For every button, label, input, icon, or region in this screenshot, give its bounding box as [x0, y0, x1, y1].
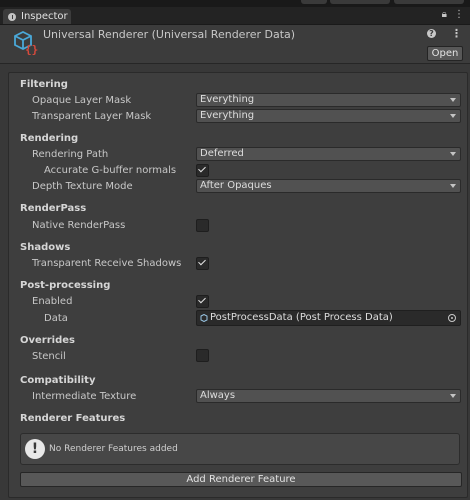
dropdown-value: After Opaques [200, 180, 272, 191]
tab-controls: 🔒︎ ⋮ [442, 9, 464, 20]
inspector-header: {} Universal Renderer (Universal Rendere… [0, 25, 470, 64]
dropdown-value: Everything [200, 94, 255, 105]
section-renderpass[interactable]: RenderPass [20, 203, 86, 214]
native-renderpass-checkbox[interactable] [196, 219, 209, 232]
tab-inspector[interactable]: Inspector [3, 9, 71, 24]
section-compatibility[interactable]: Compatibility [20, 375, 95, 386]
scriptable-object-icon [200, 314, 208, 322]
more-icon[interactable]: ⋮ [451, 27, 462, 40]
intermediate-texture-label: Intermediate Texture [32, 391, 137, 402]
helpbox-message: No Renderer Features added [49, 444, 178, 454]
warning-icon: ! [25, 439, 45, 459]
object-picker-icon[interactable] [448, 314, 456, 322]
native-renderpass-label: Native RenderPass [32, 220, 126, 231]
transparent-receive-shadows-label: Transparent Receive Shadows [32, 258, 182, 269]
section-post-processing[interactable]: Post-processing [20, 280, 110, 291]
more-icon[interactable]: ⋮ [454, 9, 464, 20]
asset-title: Universal Renderer (Universal Renderer D… [43, 28, 296, 41]
transparent-layer-mask-dropdown[interactable]: Everything [196, 109, 461, 123]
asset-icon: {} [14, 30, 38, 55]
tab-bar: Inspector 🔒︎ ⋮ [0, 7, 470, 25]
rendering-path-dropdown[interactable]: Deferred [196, 147, 461, 161]
lock-icon[interactable]: 🔒︎ [442, 9, 447, 20]
chevron-down-icon [450, 114, 456, 118]
object-field-value: PostProcessData (Post Process Data) [210, 312, 393, 323]
toolbar-fragment [301, 0, 327, 4]
opaque-layer-mask-label: Opaque Layer Mask [32, 95, 132, 106]
opaque-layer-mask-dropdown[interactable]: Everything [196, 93, 461, 107]
dropdown-value: Everything [200, 110, 255, 121]
post-processing-enabled-checkbox[interactable] [196, 295, 209, 308]
section-filtering[interactable]: Filtering [20, 79, 68, 90]
renderer-features-helpbox: ! No Renderer Features added [20, 433, 460, 465]
section-rendering[interactable]: Rendering [20, 133, 78, 144]
chevron-down-icon [450, 184, 456, 188]
open-button[interactable]: Open [427, 46, 463, 61]
dropdown-value: Deferred [200, 148, 244, 159]
section-shadows[interactable]: Shadows [20, 242, 70, 253]
depth-texture-mode-dropdown[interactable]: After Opaques [196, 179, 461, 193]
stencil-checkbox[interactable] [196, 349, 209, 362]
post-processing-enabled-label: Enabled [32, 296, 73, 307]
transparent-layer-mask-label: Transparent Layer Mask [32, 111, 152, 122]
accurate-gbuffer-normals-label: Accurate G-buffer normals [44, 165, 177, 176]
stencil-label: Stencil [32, 351, 66, 362]
info-icon [8, 12, 16, 21]
add-renderer-feature-button[interactable]: Add Renderer Feature [20, 472, 462, 487]
section-overrides[interactable]: Overrides [20, 335, 75, 346]
intermediate-texture-dropdown[interactable]: Always [196, 389, 461, 403]
chevron-down-icon [450, 98, 456, 102]
depth-texture-mode-label: Depth Texture Mode [32, 181, 133, 192]
editor-top-strip [0, 0, 470, 7]
help-icon[interactable]: ? [427, 29, 436, 38]
section-renderer-features: Renderer Features [20, 413, 126, 424]
tab-label: Inspector [21, 11, 68, 22]
toolbar-fragment [330, 0, 390, 4]
transparent-receive-shadows-checkbox[interactable] [196, 257, 209, 270]
chevron-down-icon [450, 394, 456, 398]
post-processing-data-label: Data [44, 313, 68, 324]
svg-text:{}: {} [25, 43, 38, 55]
post-process-data-field[interactable]: PostProcessData (Post Process Data) [196, 310, 461, 326]
toolbar-fragment [394, 0, 464, 4]
accurate-gbuffer-normals-checkbox[interactable] [196, 164, 209, 177]
rendering-path-label: Rendering Path [32, 149, 109, 160]
dropdown-value: Always [200, 390, 236, 401]
chevron-down-icon [450, 152, 456, 156]
